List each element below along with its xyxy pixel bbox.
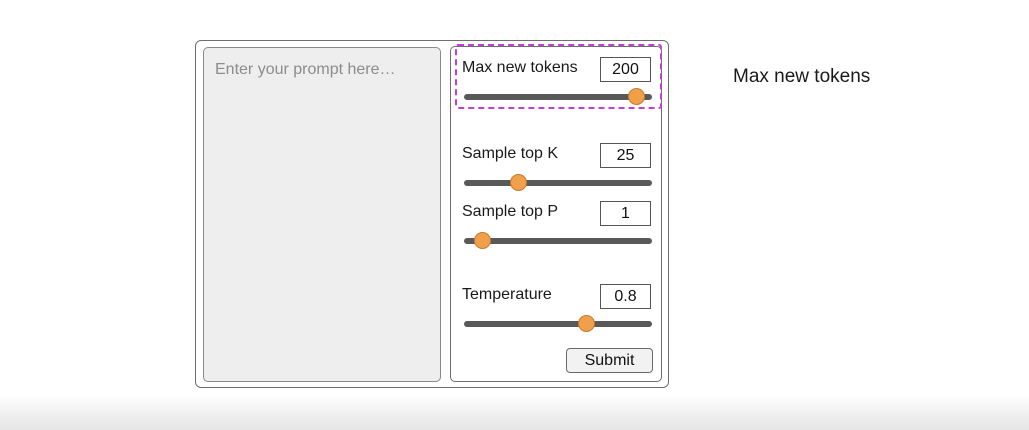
top-k-field[interactable] bbox=[600, 143, 651, 168]
top-p-field[interactable] bbox=[600, 201, 651, 226]
highlight-box bbox=[455, 44, 662, 109]
temperature-slider-track[interactable] bbox=[464, 321, 652, 327]
top-k-slider-knob[interactable] bbox=[510, 174, 528, 191]
temperature-slider-knob[interactable] bbox=[577, 315, 595, 332]
prompt-input[interactable] bbox=[203, 47, 441, 382]
top-p-label: Sample top P bbox=[462, 203, 559, 220]
temperature-label: Temperature bbox=[462, 286, 552, 303]
top-k-slider-track[interactable] bbox=[464, 180, 652, 186]
side-caption: Max new tokens bbox=[733, 66, 871, 87]
temperature-field[interactable] bbox=[600, 284, 651, 309]
submit-button[interactable]: Submit bbox=[566, 348, 653, 373]
bottom-shade bbox=[0, 396, 1029, 430]
top-k-label: Sample top K bbox=[462, 145, 559, 162]
top-p-slider-track[interactable] bbox=[464, 238, 652, 244]
